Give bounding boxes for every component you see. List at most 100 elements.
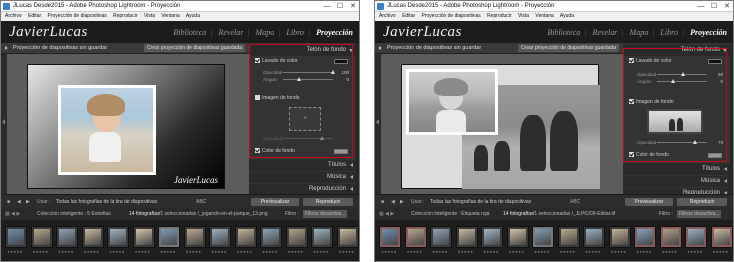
collection-source[interactable]: Colección inteligente : Etiqueta roja [411,208,489,220]
next-icon[interactable]: ▶ [400,198,404,206]
filmstrip-thumbnail[interactable] [107,226,129,248]
grid-icon[interactable]: ▦ ◀ ▶ [379,208,394,220]
child-hair [434,78,468,96]
module-develop[interactable]: Revelar [592,28,617,37]
filmstrip-thumbnail[interactable] [158,226,180,248]
menu-editar[interactable]: Editar [28,13,41,19]
filmstrip-thumbnail[interactable] [455,226,478,248]
prev-icon[interactable]: ◀ [391,198,395,206]
menu-reproducir[interactable]: Reproducir [113,13,137,19]
filmstrip-thumbnail[interactable] [710,226,733,248]
titles-panel-header[interactable]: Títulos [249,160,356,171]
menu-archivo[interactable]: Archivo [5,13,22,19]
menu-ventana[interactable]: Ventana [161,13,179,19]
rating-stars: ★★★★★ [457,250,474,254]
menu-vista[interactable]: Vista [144,13,155,19]
menu-ayuda[interactable]: Ayuda [186,13,200,19]
module-slideshow[interactable]: Proyección [316,28,353,37]
slide-preview [401,64,600,189]
close-icon[interactable]: ✕ [347,1,359,12]
preview-button[interactable]: Previsualizar [625,198,673,206]
module-develop[interactable]: Revelar [218,28,243,37]
module-library[interactable]: Biblioteca [173,28,206,37]
play-button[interactable]: Reproducir [677,198,727,206]
rating-stars: ★★★★★ [7,250,23,254]
titles-panel-header[interactable]: Títulos [623,164,730,175]
use-dropdown[interactable]: Todas las fotografías de la tira de diap… [430,198,531,206]
module-map[interactable]: Mapa [630,28,649,37]
collapse-triangle-icon[interactable] [379,46,382,50]
close-icon[interactable]: ✕ [721,1,733,12]
filmstrip-thumbnail[interactable] [5,226,27,248]
figure-adult-1 [520,115,546,171]
grid-icon[interactable]: ▦ ◀ ▶ [5,208,20,220]
filmstrip-header: ▦ ◀ ▶ Colección inteligente : 5 Estrella… [1,208,359,220]
filmstrip-thumbnail[interactable] [311,226,333,248]
filmstrip-thumbnail[interactable] [30,226,53,248]
menu-archivo[interactable]: Archivo [379,13,396,19]
preview-button[interactable]: Previsualizar [251,198,299,206]
music-panel-header[interactable]: Música [623,176,730,187]
filmstrip-thumbnail[interactable] [634,226,656,248]
stop-icon[interactable]: ■ [7,198,10,206]
menu-vista[interactable]: Vista [518,13,529,19]
child-dress [89,132,121,162]
filmstrip-thumbnail[interactable] [56,226,78,248]
text-overlay-abc[interactable]: ABC [196,198,206,206]
filmstrip-thumbnail[interactable] [234,226,257,248]
photo-frame[interactable] [58,85,156,175]
music-panel-header[interactable]: Música [249,172,356,183]
minimize-icon[interactable]: — [695,1,707,12]
collapse-triangle-icon[interactable] [5,46,8,50]
module-book[interactable]: Libro [286,28,304,37]
filmstrip-thumbnail[interactable] [532,226,554,248]
play-button[interactable]: Reproducir [303,198,353,206]
filmstrip: ★★★★★ ★★★★★ ★★★★★ ★★★★★ ★★★★★ ★★★★★ ★★★★★ ★★★★★… [1,220,359,261]
filmstrip-thumbnail[interactable] [81,226,104,248]
stop-icon[interactable]: ■ [381,198,384,206]
menu-ayuda[interactable]: Ayuda [560,13,574,19]
menu-reproducir[interactable]: Reproducir [487,13,511,19]
filmstrip-thumbnail[interactable] [557,226,580,248]
maximize-icon[interactable]: ☐ [334,1,346,12]
use-dropdown[interactable]: Todas las fotografías de la tira de diap… [56,198,157,206]
create-saved-slideshow-button[interactable]: Crear proyección de diapositivas guardad… [517,44,619,52]
photo-frame[interactable] [406,69,498,135]
filmstrip-thumbnail[interactable] [430,226,452,248]
filmstrip-thumbnail[interactable] [404,226,427,248]
rating-stars: ★★★★★ [160,250,176,254]
menu-proyeccion[interactable]: Proyección de diapositivas [48,13,107,19]
filmstrip-thumbnail[interactable] [583,226,605,248]
filmstrip-thumbnail[interactable] [379,226,401,248]
menu-editar[interactable]: Editar [402,13,415,19]
menu-proyeccion[interactable]: Proyección de diapositivas [422,13,481,19]
filmstrip-thumbnail[interactable] [260,226,282,248]
collection-source[interactable]: Colección inteligente : 5 Estrellas [37,208,111,220]
bottom-toolbar: ■ ◀ ▶ Usar : Todas las fotografías de la… [1,194,359,208]
module-map[interactable]: Mapa [256,28,275,37]
module-library[interactable]: Biblioteca [547,28,580,37]
create-saved-slideshow-button[interactable]: Crear proyección de diapositivas guardad… [143,44,245,52]
filmstrip-thumbnail[interactable] [336,226,359,248]
filmstrip-thumbnail[interactable] [659,226,682,248]
filmstrip-thumbnail[interactable] [132,226,155,248]
filmstrip-thumbnail[interactable] [506,226,529,248]
filmstrip-thumbnail[interactable] [209,226,231,248]
module-book[interactable]: Libro [660,28,678,37]
filmstrip-thumbnail[interactable] [285,226,308,248]
minimize-icon[interactable]: — [321,1,333,12]
text-overlay-abc[interactable]: ABC [570,198,580,206]
module-slideshow[interactable]: Proyección [690,28,727,37]
filmstrip-thumbnail[interactable] [481,226,503,248]
rating-stars: ★★★★★ [559,250,576,254]
filmstrip-thumbnail[interactable] [608,226,631,248]
filmstrip-thumbnail[interactable] [183,226,206,248]
filter-dropdown[interactable]: Filtros desactiva... [677,210,722,218]
maximize-icon[interactable]: ☐ [708,1,720,12]
prev-icon[interactable]: ◀ [17,198,21,206]
filmstrip-thumbnail[interactable] [685,226,707,248]
filter-dropdown[interactable]: Filtros desactiva... [303,210,348,218]
next-icon[interactable]: ▶ [26,198,30,206]
menu-ventana[interactable]: Ventana [535,13,553,19]
menu-bar: Archivo Editar Proyección de diapositiva… [375,12,733,21]
